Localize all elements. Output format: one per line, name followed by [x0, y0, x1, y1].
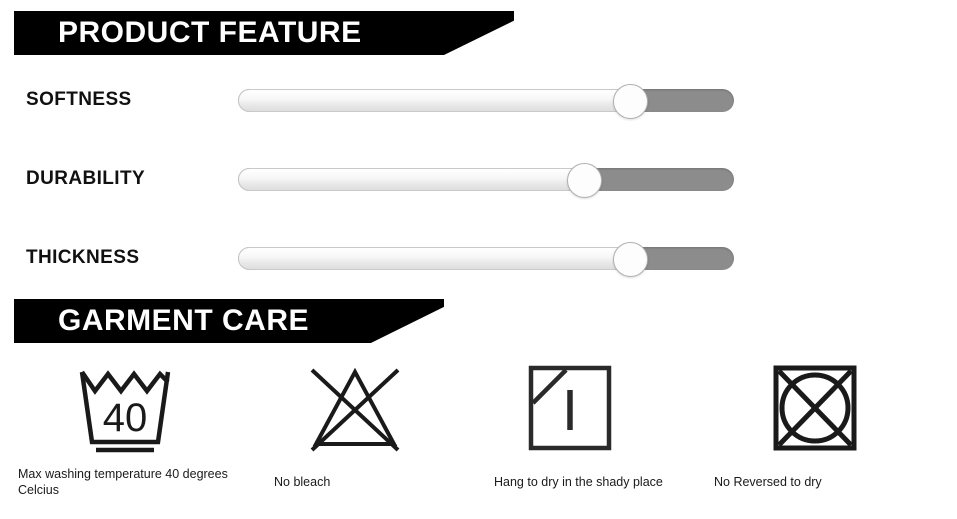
garment-care-title: GARMENT CARE [58, 304, 309, 337]
care-item-wash: 40 Max washing temperature 40 degrees Ce… [0, 358, 230, 518]
slider-thickness[interactable] [238, 242, 734, 277]
feature-row-durability: DURABILITY [0, 159, 957, 199]
care-caption-tumble-dry: No Reversed to dry [714, 475, 822, 489]
no-tumble-dry-icon [760, 358, 870, 458]
slider-fill [238, 168, 583, 191]
feature-row-softness: SOFTNESS [0, 80, 957, 120]
care-caption-wash: Max washing temperature 40 degrees Celci… [18, 467, 228, 497]
care-caption-dry: Hang to dry in the shady place [494, 475, 663, 489]
feature-row-thickness: THICKNESS [0, 238, 957, 278]
feature-label-softness: SOFTNESS [26, 89, 132, 110]
care-item-tumble-dry: No Reversed to dry [700, 358, 930, 518]
slider-softness[interactable] [238, 84, 734, 119]
slider-fill [238, 89, 629, 112]
product-feature-banner: PRODUCT FEATURE [14, 11, 514, 55]
garment-care-grid: 40 Max washing temperature 40 degrees Ce… [0, 358, 957, 518]
care-item-dry: Hang to dry in the shady place [455, 358, 685, 518]
drip-dry-in-shade-icon [515, 358, 625, 458]
wash-temperature-value: 40 [103, 396, 148, 440]
no-bleach-triangle-crossed-icon [300, 358, 410, 458]
slider-thumb[interactable] [567, 163, 602, 198]
care-item-bleach: No bleach [240, 358, 470, 518]
care-caption-bleach: No bleach [274, 475, 331, 489]
garment-care-banner: GARMENT CARE [14, 299, 444, 343]
slider-durability[interactable] [238, 163, 734, 198]
product-feature-title: PRODUCT FEATURE [58, 16, 362, 49]
feature-label-thickness: THICKNESS [26, 247, 140, 268]
wash-tub-40-icon: 40 [70, 358, 180, 458]
feature-label-durability: DURABILITY [26, 168, 146, 189]
slider-thumb[interactable] [613, 84, 648, 119]
slider-fill [238, 247, 629, 270]
slider-thumb[interactable] [613, 242, 648, 277]
